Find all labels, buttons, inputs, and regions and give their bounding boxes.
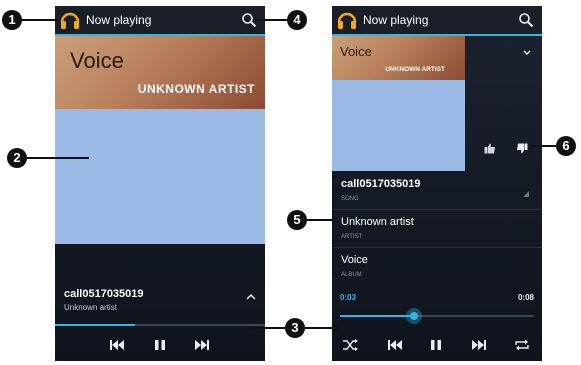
- callout-line-1: [22, 19, 58, 21]
- callout-line-3a: [250, 327, 285, 329]
- callout-bracket-5: [333, 176, 338, 276]
- search-icon[interactable]: [518, 12, 534, 28]
- callout-line-5: [307, 219, 333, 221]
- action-bar: Now playing: [332, 6, 542, 36]
- now-playing-screen-left: Now playing Voice UNKNOWN ARTIST call051…: [55, 6, 265, 361]
- thumbs-down-icon[interactable]: [516, 141, 528, 159]
- chevron-up-icon[interactable]: [245, 289, 257, 300]
- callout-line-4: [255, 19, 287, 21]
- total-time: 0:08: [517, 293, 534, 302]
- seek-bar-progress: [55, 324, 135, 326]
- album-title: Voice: [70, 48, 124, 73]
- next-icon[interactable]: [194, 338, 210, 356]
- detail-album-label: ALBUM: [341, 272, 362, 278]
- detail-row-artist[interactable]: Unknown artist ARTIST: [332, 210, 542, 248]
- pause-icon[interactable]: [430, 338, 442, 356]
- action-bar: Now playing: [55, 6, 265, 36]
- album-art-placeholder: [332, 80, 465, 171]
- screen-title: Now playing: [86, 13, 152, 27]
- detail-artist-label: ARTIST: [341, 234, 363, 240]
- callout-5: 5: [287, 210, 307, 230]
- previous-icon[interactable]: [109, 338, 125, 356]
- callout-3: 3: [285, 318, 305, 338]
- callout-line-3b: [305, 327, 340, 329]
- album-art-placeholder: [55, 109, 265, 244]
- seek-bar-progress: [340, 315, 414, 317]
- pause-icon[interactable]: [154, 338, 166, 356]
- detail-song-value: call0517035019: [341, 178, 421, 190]
- song-artist: Unknown artist: [64, 303, 117, 312]
- detail-song-label: SONG: [341, 196, 359, 202]
- album-title: Voice: [340, 44, 372, 59]
- callout-1: 1: [2, 10, 22, 30]
- next-icon[interactable]: [471, 338, 487, 356]
- elapsed-time: 0:03: [340, 293, 357, 302]
- headphones-icon[interactable]: [59, 9, 81, 31]
- thumbs-up-icon[interactable]: [484, 141, 496, 159]
- detail-row-song[interactable]: call0517035019 SONG: [332, 172, 542, 210]
- shuffle-icon[interactable]: [342, 338, 358, 356]
- detail-row-album[interactable]: Voice ALBUM: [332, 248, 542, 285]
- album-art-banner: Voice UNKNOWN ARTIST: [55, 36, 265, 109]
- album-artist: UNKNOWN ARTIST: [385, 66, 445, 73]
- now-playing-screen-right: Now playing Voice UNKNOWN ARTIST call051…: [332, 6, 542, 361]
- detail-artist-value: Unknown artist: [341, 216, 414, 228]
- seek-thumb[interactable]: [405, 308, 422, 324]
- detail-album-value: Voice: [341, 254, 368, 266]
- repeat-icon[interactable]: [514, 338, 530, 356]
- screen-title: Now playing: [363, 13, 429, 27]
- album-art-banner: Voice UNKNOWN ARTIST: [332, 36, 465, 80]
- song-title: call0517035019: [64, 288, 144, 300]
- callout-4: 4: [287, 10, 307, 30]
- callout-line-2: [27, 157, 89, 159]
- previous-icon[interactable]: [387, 338, 403, 356]
- corner-triangle-icon: [523, 191, 529, 197]
- album-artist: UNKNOWN ARTIST: [137, 82, 255, 96]
- chevron-down-icon[interactable]: [522, 44, 532, 62]
- callout-2: 2: [7, 148, 27, 168]
- headphones-icon[interactable]: [336, 9, 358, 31]
- callout-6: 6: [556, 136, 576, 156]
- callout-line-6: [531, 145, 556, 147]
